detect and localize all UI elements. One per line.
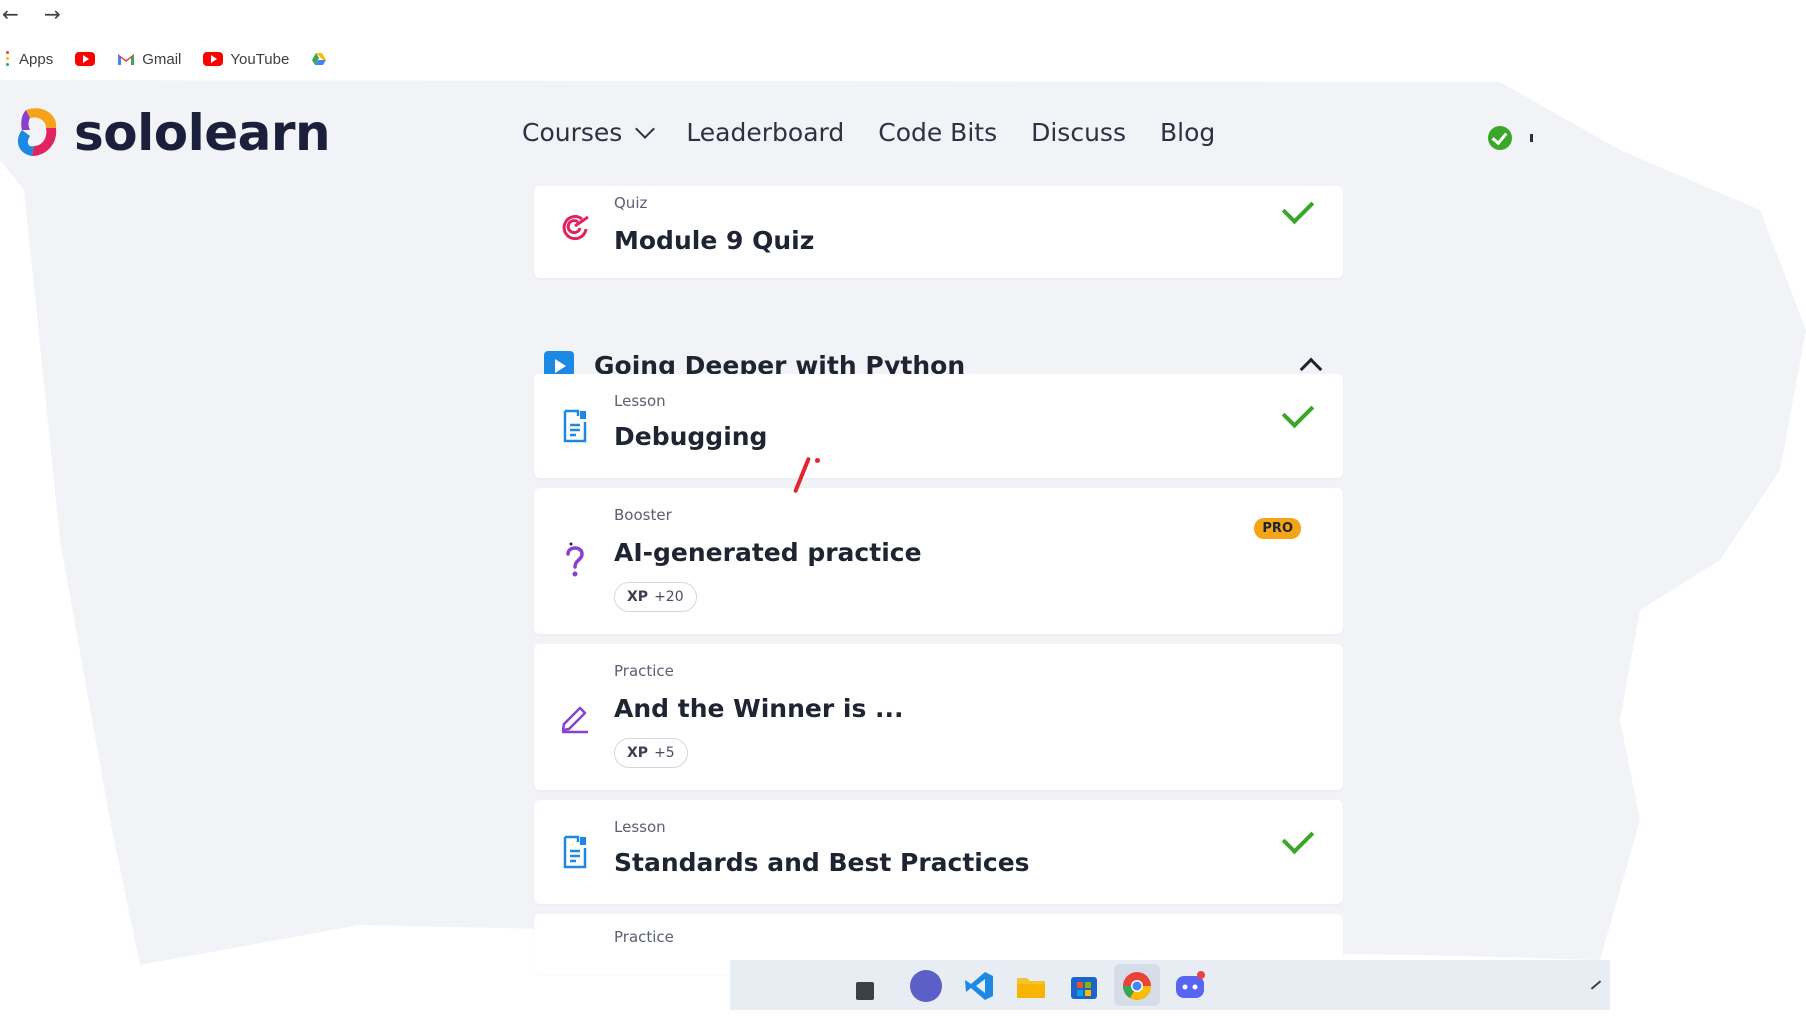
drive-icon [312, 53, 327, 65]
practice-card-winner[interactable]: Practice And the Winner is ... XP +5 [534, 644, 1343, 790]
lesson-card-debugging[interactable]: Lesson Debugging [534, 374, 1343, 478]
nav-blog[interactable]: Blog [1160, 118, 1215, 147]
bookmark-youtube[interactable]: YouTube [203, 51, 289, 68]
back-button[interactable]: ← [2, 2, 19, 26]
xp-label: XP [627, 589, 649, 605]
completed-check-icon [1281, 395, 1315, 429]
nav-label: Courses [522, 118, 623, 147]
quiz-card[interactable]: Quiz Module 9 Quiz [534, 186, 1343, 278]
item-type: Practice [614, 662, 674, 680]
annotation-stroke-dot [815, 458, 820, 463]
bookmark-apps[interactable]: Apps [6, 51, 53, 68]
lesson-icon [563, 409, 587, 443]
completed-check-icon [1281, 191, 1315, 225]
item-title: Debugging [614, 422, 768, 451]
item-type: Lesson [614, 392, 666, 410]
bookmark-label: Gmail [142, 50, 182, 68]
pencil-icon [561, 706, 588, 734]
main-nav: Courses Leaderboard Code Bits Discuss Bl… [522, 118, 1215, 147]
logo-mark-icon [17, 108, 57, 156]
xp-badge: XP +5 [614, 738, 688, 768]
nav-leaderboard[interactable]: Leaderboard [686, 118, 844, 147]
youtube-icon [75, 52, 96, 66]
youtube-icon [203, 52, 224, 66]
vscode-icon[interactable] [963, 970, 995, 1002]
bookmark-label: Apps [19, 50, 54, 68]
gmail-icon [118, 54, 135, 65]
booster-card-ai-practice[interactable]: Booster AI-generated practice XP +20 PRO [534, 488, 1343, 634]
nav-discuss[interactable]: Discuss [1031, 118, 1126, 147]
profile-status-icon[interactable] [1488, 126, 1512, 150]
nav-label: Discuss [1031, 118, 1126, 147]
discord-icon[interactable] [1174, 970, 1206, 1002]
forward-button[interactable]: → [44, 2, 61, 26]
taskbar [730, 960, 1610, 1010]
chrome-icon[interactable] [1121, 970, 1153, 1002]
xp-badge: XP +20 [614, 582, 697, 612]
xp-value: +20 [654, 589, 684, 605]
bookmark-youtube-shortcut[interactable] [75, 52, 96, 66]
item-title: Module 9 Quiz [614, 226, 815, 255]
item-type: Booster [614, 506, 672, 524]
bookmarks-bar: Apps Gmail YouTube [6, 48, 327, 70]
file-explorer-icon[interactable] [1015, 970, 1047, 1002]
lesson-card-standards[interactable]: Lesson Standards and Best Practices [534, 800, 1343, 904]
apps-icon [6, 51, 12, 67]
bookmark-drive[interactable] [311, 52, 327, 66]
chevron-down-icon [635, 118, 656, 139]
nav-label: Blog [1159, 118, 1216, 147]
profile-menu-indicator[interactable] [1530, 134, 1533, 142]
browser-nav: ← → [0, 0, 200, 28]
pro-badge: PRO [1254, 518, 1301, 539]
course-content: Quiz Module 9 Quiz Going Deeper with Pyt… [534, 186, 1343, 974]
task-view-icon[interactable] [856, 982, 874, 1000]
site-header: sololearn Courses Leaderboard Code Bits … [0, 90, 1806, 186]
item-type: Lesson [614, 818, 666, 836]
bookmark-gmail[interactable]: Gmail [117, 51, 181, 68]
lesson-icon [563, 835, 587, 869]
teams-icon[interactable] [910, 970, 942, 1002]
item-title: AI-generated practice [614, 538, 922, 567]
completed-check-icon [1281, 821, 1315, 855]
sololearn-logo[interactable]: sololearn [16, 104, 331, 162]
bookmark-label: YouTube [230, 50, 290, 68]
item-title: And the Winner is ... [614, 694, 904, 723]
xp-label: XP [627, 745, 649, 761]
nav-code-bits[interactable]: Code Bits [878, 118, 997, 147]
item-type: Practice [614, 928, 674, 946]
logo-text: sololearn [74, 104, 331, 162]
item-type: Quiz [614, 194, 648, 212]
nav-courses[interactable]: Courses [522, 118, 656, 147]
nav-label: Leaderboard [686, 118, 845, 147]
item-title: Standards and Best Practices [614, 848, 1030, 877]
target-icon [562, 215, 589, 241]
nav-label: Code Bits [878, 118, 998, 147]
question-icon [566, 542, 584, 577]
xp-value: +5 [654, 745, 675, 761]
store-icon[interactable] [1068, 970, 1100, 1002]
